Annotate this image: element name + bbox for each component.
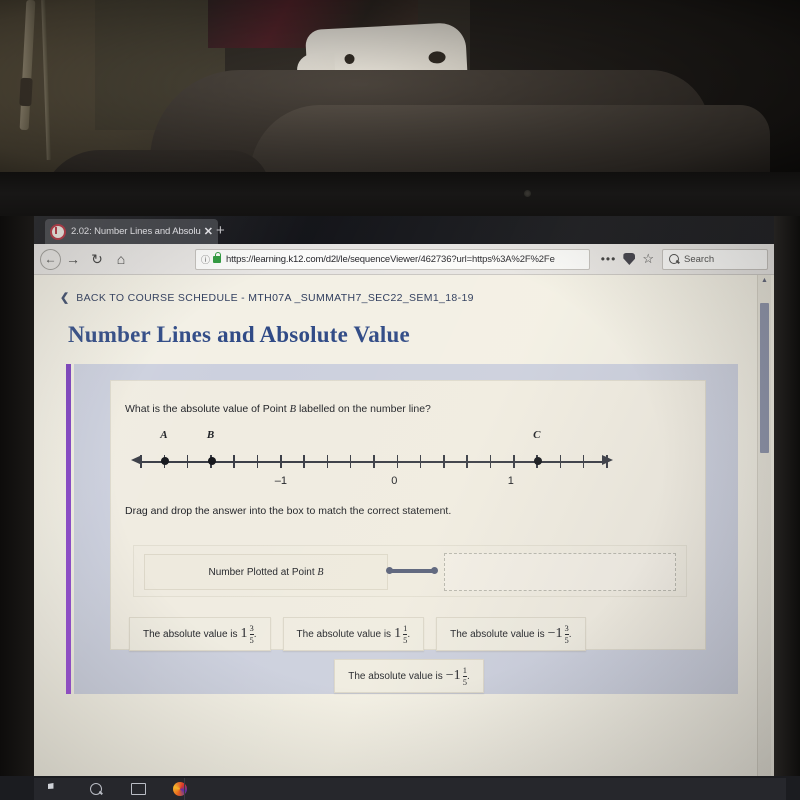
- search-icon: [669, 254, 679, 264]
- lesson-content: What is the absolute value of Point B la…: [66, 364, 738, 694]
- mixed-number: −1 3 5: [547, 623, 569, 645]
- laptop-bezel-left: [0, 216, 34, 780]
- vertical-scrollbar[interactable]: ▲: [757, 275, 771, 776]
- match-prompt-point: B: [317, 566, 324, 578]
- url-bar[interactable]: ⓘ https://learning.k12.com/d2l/le/sequen…: [195, 248, 590, 270]
- number-line-point-label-b: B: [206, 429, 215, 441]
- mixed-number: 115: [394, 623, 408, 645]
- search-box[interactable]: Search: [662, 248, 768, 270]
- scene-vignette: [0, 0, 800, 188]
- number-line-point-a: [161, 457, 170, 465]
- laptop-screen: 2.02: Number Lines and Absolu ✕ + ← → ↻ …: [34, 216, 774, 776]
- number-line-tick: [233, 455, 235, 468]
- answer-option[interactable]: The absolute value is −1 1 5.: [334, 659, 484, 693]
- answer-option[interactable]: The absolute value is 115.: [282, 617, 425, 651]
- number-line-point-c: [533, 457, 542, 465]
- match-prompt: Number Plotted at Point B: [144, 554, 388, 590]
- number-line-tick: [489, 455, 492, 468]
- browser-navbar: ← → ↻ ⌂ ⓘ https://learning.k12.com/d2l/l…: [34, 244, 774, 275]
- question-prefix: What is the absolute value of Point: [125, 403, 290, 415]
- scroll-up-arrow-icon[interactable]: ▲: [758, 277, 771, 284]
- chevron-left-icon: ❮: [60, 292, 70, 304]
- match-container: Number Plotted at Point B: [133, 545, 687, 597]
- number-line-tick: [326, 455, 329, 468]
- number-line-label: –1: [274, 475, 288, 487]
- number-line-tick: [513, 455, 515, 468]
- page-body: ❮ BACK TO COURSE SCHEDULE - MTH07A _SUMM…: [34, 275, 774, 776]
- reload-button[interactable]: ↻: [85, 247, 109, 271]
- back-button[interactable]: ←: [40, 248, 61, 270]
- question-card: What is the absolute value of Point B la…: [110, 380, 706, 693]
- bookmark-star-icon[interactable]: ☆: [642, 251, 654, 267]
- toolbar-icons: ••• ☆: [595, 251, 660, 267]
- taskbar-search-icon[interactable]: [88, 782, 104, 796]
- number-line-tick: [466, 455, 468, 468]
- pocket-icon[interactable]: [623, 253, 636, 265]
- number-line-tick: [582, 455, 585, 468]
- search-placeholder: Search: [684, 253, 715, 265]
- question-text: What is the absolute value of Point B la…: [125, 403, 705, 415]
- browser-tab[interactable]: 2.02: Number Lines and Absolu ✕: [45, 219, 218, 244]
- mixed-number: 135: [240, 623, 254, 645]
- question-suffix: labelled on the number line?: [296, 403, 431, 415]
- mixed-number: −1 1 5: [445, 665, 467, 687]
- laptop-bezel-right: [774, 216, 800, 780]
- number-line-point-label-a: A: [160, 429, 168, 441]
- url-text: https://learning.k12.com/d2l/le/sequence…: [226, 253, 555, 265]
- number-line-label: 0: [391, 475, 398, 487]
- number-line-point-label-c: C: [533, 429, 541, 441]
- new-tab-button[interactable]: +: [216, 222, 225, 239]
- number-line-tick: [349, 455, 352, 468]
- instruction-text: Drag and drop the answer into the box to…: [125, 505, 452, 517]
- start-icon[interactable]: [46, 782, 62, 796]
- number-line-tick: [303, 455, 305, 468]
- number-line-label: 1: [507, 475, 514, 487]
- number-line-tick: [396, 455, 399, 468]
- room-photo-background: [0, 0, 800, 188]
- lock-icon: [213, 251, 222, 263]
- tab-favicon-icon: [50, 223, 66, 240]
- answer-option[interactable]: The absolute value is −1 3 5.: [436, 617, 586, 651]
- site-info-icon[interactable]: ⓘ: [201, 253, 210, 266]
- taskbar-divider: [184, 778, 185, 800]
- match-prompt-text: Number Plotted at Point B: [208, 566, 324, 578]
- number-line-tick: [280, 455, 282, 468]
- number-line-figure: –1 0 1 A B C: [119, 427, 639, 489]
- firefox-icon[interactable]: [172, 782, 188, 796]
- answer-dropzone[interactable]: [444, 553, 676, 591]
- scrollbar-thumb[interactable]: [760, 303, 769, 453]
- number-line-tick: [419, 455, 422, 468]
- answer-options-row-2: The absolute value is −1 1 5.: [129, 659, 689, 693]
- number-line-tick: [186, 455, 189, 468]
- browser-tabstrip: 2.02: Number Lines and Absolu ✕ +: [34, 216, 774, 244]
- taskbar-items: [34, 778, 786, 800]
- number-line-tick: [140, 455, 142, 468]
- task-view-icon[interactable]: [130, 782, 146, 796]
- accent-bar: [66, 364, 71, 694]
- number-line-tick: [559, 455, 562, 468]
- answer-options-row-1: The absolute value is 135. The absolute …: [129, 617, 689, 651]
- back-link-label: BACK TO COURSE SCHEDULE - MTH07A _SUMMAT…: [76, 291, 474, 304]
- number-line-tick: [606, 455, 608, 468]
- forward-button[interactable]: →: [61, 247, 85, 271]
- home-button[interactable]: ⌂: [109, 247, 133, 271]
- page-actions-icon[interactable]: •••: [601, 252, 617, 266]
- number-line-tick: [443, 455, 445, 468]
- page-title: Number Lines and Absolute Value: [68, 322, 410, 347]
- number-line-tick: [256, 455, 259, 468]
- tab-close-icon[interactable]: ✕: [204, 225, 213, 238]
- number-line-point-b: [207, 457, 216, 465]
- webcam: [524, 190, 531, 197]
- activity-panel: What is the absolute value of Point B la…: [74, 364, 738, 694]
- laptop-bezel-top: [0, 172, 800, 220]
- tab-title: 2.02: Number Lines and Absolu: [71, 226, 201, 237]
- answer-option[interactable]: The absolute value is 135.: [129, 617, 271, 651]
- number-line-tick: [373, 455, 375, 468]
- answer-options: The absolute value is 135. The absolute …: [129, 617, 689, 693]
- back-to-course-schedule-link[interactable]: ❮ BACK TO COURSE SCHEDULE - MTH07A _SUMM…: [34, 275, 774, 305]
- match-connector-icon: [386, 567, 438, 574]
